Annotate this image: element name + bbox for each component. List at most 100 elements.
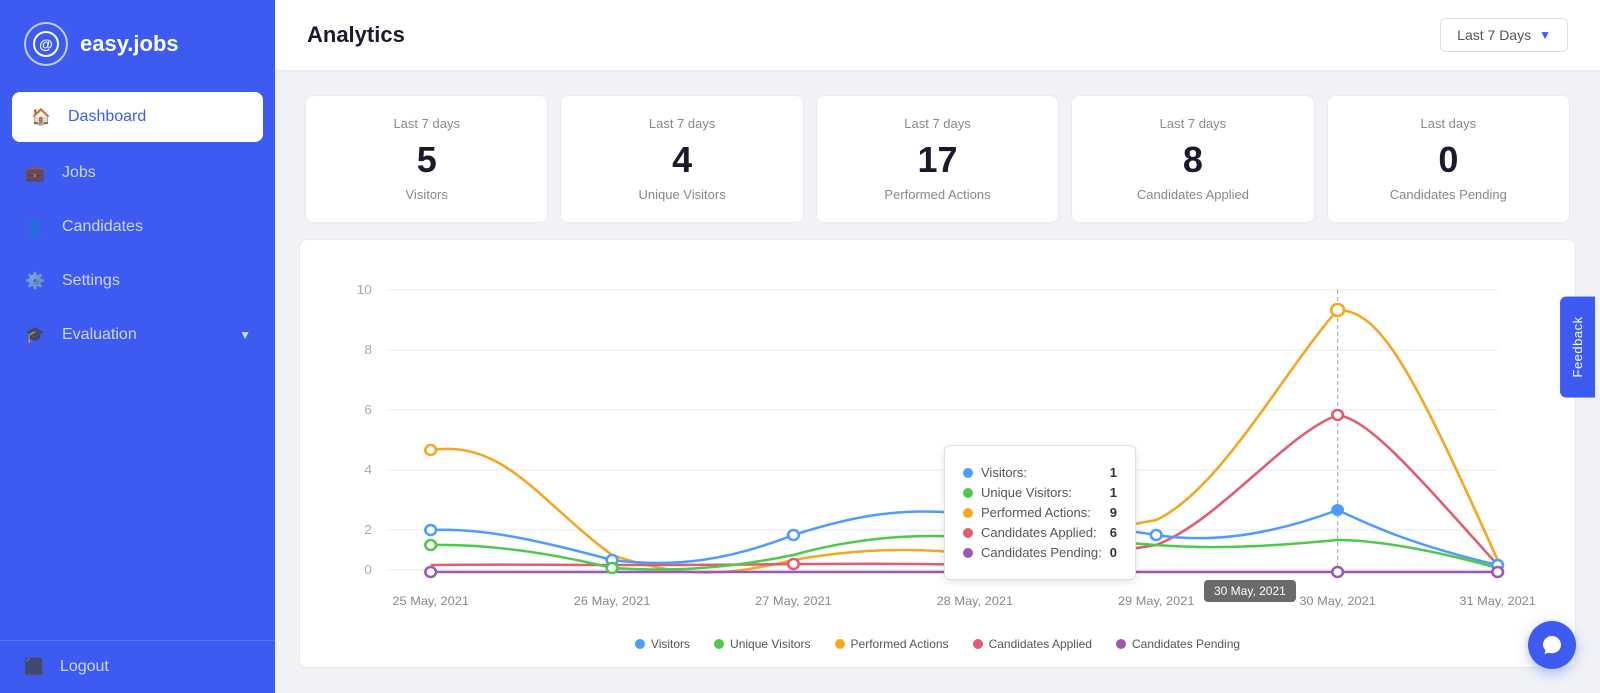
stat-period: Last 7 days — [1160, 116, 1227, 131]
candidates-applied-legend-dot — [973, 639, 983, 649]
unique-visitors-dot — [963, 488, 973, 498]
jobs-icon: 💼 — [24, 162, 46, 184]
svg-text:31 May, 2021: 31 May, 2021 — [1459, 594, 1536, 608]
candidates-pending-dot — [963, 548, 973, 558]
stat-label: Candidates Pending — [1390, 187, 1507, 202]
visitors-legend-dot — [635, 639, 645, 649]
date-filter-dropdown[interactable]: Last 7 Days ▼ — [1440, 18, 1568, 52]
legend-label: Candidates Applied — [989, 637, 1092, 651]
chart-svg-wrapper: 10 8 6 4 2 0 25 May, 2021 26 May, 2021 2… — [324, 260, 1551, 625]
unique-visitors-legend-dot — [714, 639, 724, 649]
stat-period: Last 7 days — [649, 116, 716, 131]
svg-text:27 May, 2021: 27 May, 2021 — [755, 594, 832, 608]
visitors-dot — [963, 468, 973, 478]
logout-item[interactable]: ⬛ Logout — [0, 640, 275, 693]
analytics-chart-svg: 10 8 6 4 2 0 25 May, 2021 26 May, 2021 2… — [324, 260, 1551, 620]
app-name: easy.jobs — [80, 31, 179, 57]
chevron-down-icon: ▼ — [1539, 28, 1551, 42]
performed-actions-dot — [963, 508, 973, 518]
stat-value: 17 — [917, 139, 957, 181]
main-header: Analytics Last 7 Days ▼ — [275, 0, 1600, 71]
stat-card-unique-visitors: Last 7 days 4 Unique Visitors — [560, 95, 803, 223]
feedback-button[interactable]: Feedback — [1560, 296, 1595, 397]
stat-period: Last 7 days — [393, 116, 460, 131]
logout-label: Logout — [60, 658, 109, 676]
svg-text:28 May, 2021: 28 May, 2021 — [937, 594, 1014, 608]
svg-text:30 May, 2021: 30 May, 2021 — [1299, 594, 1376, 608]
tooltip-row-performed-actions: Performed Actions: 9 — [963, 505, 1117, 520]
sidebar-item-settings[interactable]: ⚙️ Settings — [0, 254, 275, 308]
home-icon: 🏠 — [30, 106, 52, 128]
stat-card-performed-actions: Last 7 days 17 Performed Actions — [816, 95, 1059, 223]
sidebar-item-label: Candidates — [62, 218, 143, 236]
stat-card-visitors: Last 7 days 5 Visitors — [305, 95, 548, 223]
svg-text:@: @ — [39, 36, 53, 52]
stat-value: 8 — [1183, 139, 1203, 181]
legend-item-performed-actions: Performed Actions — [835, 637, 949, 651]
performed-actions-legend-dot — [835, 639, 845, 649]
svg-text:10: 10 — [357, 282, 372, 297]
legend-item-candidates-applied: Candidates Applied — [973, 637, 1092, 651]
analytics-chart-container: 10 8 6 4 2 0 25 May, 2021 26 May, 2021 2… — [299, 239, 1576, 668]
settings-icon: ⚙️ — [24, 270, 46, 292]
stat-label: Visitors — [406, 187, 448, 202]
chart-tooltip: Visitors: 1 Unique Visitors: 1 Performed… — [944, 445, 1136, 580]
legend-label: Unique Visitors — [730, 637, 810, 651]
tooltip-label: Performed Actions: — [981, 505, 1102, 520]
sidebar-item-label: Jobs — [62, 164, 96, 182]
legend-label: Visitors — [651, 637, 690, 651]
stat-period: Last days — [1421, 116, 1477, 131]
sidebar-item-label: Settings — [62, 272, 120, 290]
tooltip-value: 9 — [1110, 505, 1117, 520]
stat-value: 4 — [672, 139, 692, 181]
svg-text:0: 0 — [364, 562, 372, 577]
sidebar-logo: @ easy.jobs — [0, 0, 275, 88]
candidates-pending-legend-dot — [1116, 639, 1126, 649]
tooltip-label: Candidates Pending: — [981, 545, 1102, 560]
sidebar-item-label: Evaluation — [62, 326, 137, 344]
svg-text:25 May, 2021: 25 May, 2021 — [392, 594, 469, 608]
sidebar-item-candidates[interactable]: 👤 Candidates — [0, 200, 275, 254]
chart-legend: Visitors Unique Visitors Performed Actio… — [324, 637, 1551, 651]
stat-value: 5 — [417, 139, 437, 181]
candidates-icon: 👤 — [24, 216, 46, 238]
tooltip-value: 1 — [1110, 465, 1117, 480]
date-filter-label: Last 7 Days — [1457, 27, 1531, 43]
logo-icon: @ — [24, 22, 68, 66]
stat-card-candidates-pending: Last days 0 Candidates Pending — [1327, 95, 1570, 223]
svg-text:26 May, 2021: 26 May, 2021 — [574, 594, 651, 608]
tooltip-row-visitors: Visitors: 1 — [963, 465, 1117, 480]
svg-text:4: 4 — [364, 462, 372, 477]
sidebar: @ easy.jobs 🏠 Dashboard 💼 Jobs 👤 Candida… — [0, 0, 275, 693]
tooltip-label: Visitors: — [981, 465, 1102, 480]
stat-value: 0 — [1438, 139, 1458, 181]
main-content: Analytics Last 7 Days ▼ Last 7 days 5 Vi… — [275, 0, 1600, 693]
stats-row: Last 7 days 5 Visitors Last 7 days 4 Uni… — [275, 71, 1600, 239]
page-title: Analytics — [307, 22, 405, 48]
legend-label: Performed Actions — [851, 637, 949, 651]
svg-text:29 May, 2021: 29 May, 2021 — [1118, 594, 1195, 608]
sidebar-nav: 🏠 Dashboard 💼 Jobs 👤 Candidates ⚙️ Setti… — [0, 88, 275, 640]
legend-item-unique-visitors: Unique Visitors — [714, 637, 810, 651]
svg-text:2: 2 — [364, 522, 372, 537]
logout-icon: ⬛ — [24, 657, 44, 677]
tooltip-label: Unique Visitors: — [981, 485, 1102, 500]
stat-label: Unique Visitors — [639, 187, 726, 202]
chat-button[interactable] — [1528, 621, 1576, 669]
tooltip-label: Candidates Applied: — [981, 525, 1102, 540]
stat-label: Performed Actions — [884, 187, 990, 202]
legend-item-candidates-pending: Candidates Pending — [1116, 637, 1240, 651]
legend-label: Candidates Pending — [1132, 637, 1240, 651]
legend-item-visitors: Visitors — [635, 637, 690, 651]
sidebar-item-evaluation[interactable]: 🎓 Evaluation ▼ — [0, 308, 275, 362]
evaluation-icon: 🎓 — [24, 324, 46, 346]
stat-card-candidates-applied: Last 7 days 8 Candidates Applied — [1071, 95, 1314, 223]
sidebar-item-dashboard[interactable]: 🏠 Dashboard — [12, 92, 263, 142]
svg-text:6: 6 — [364, 402, 372, 417]
sidebar-item-jobs[interactable]: 💼 Jobs — [0, 146, 275, 200]
tooltip-value: 1 — [1110, 485, 1117, 500]
tooltip-value: 6 — [1110, 525, 1117, 540]
sidebar-item-label: Dashboard — [68, 108, 146, 126]
stat-period: Last 7 days — [904, 116, 971, 131]
tooltip-date-label: 30 May, 2021 — [1204, 580, 1296, 602]
